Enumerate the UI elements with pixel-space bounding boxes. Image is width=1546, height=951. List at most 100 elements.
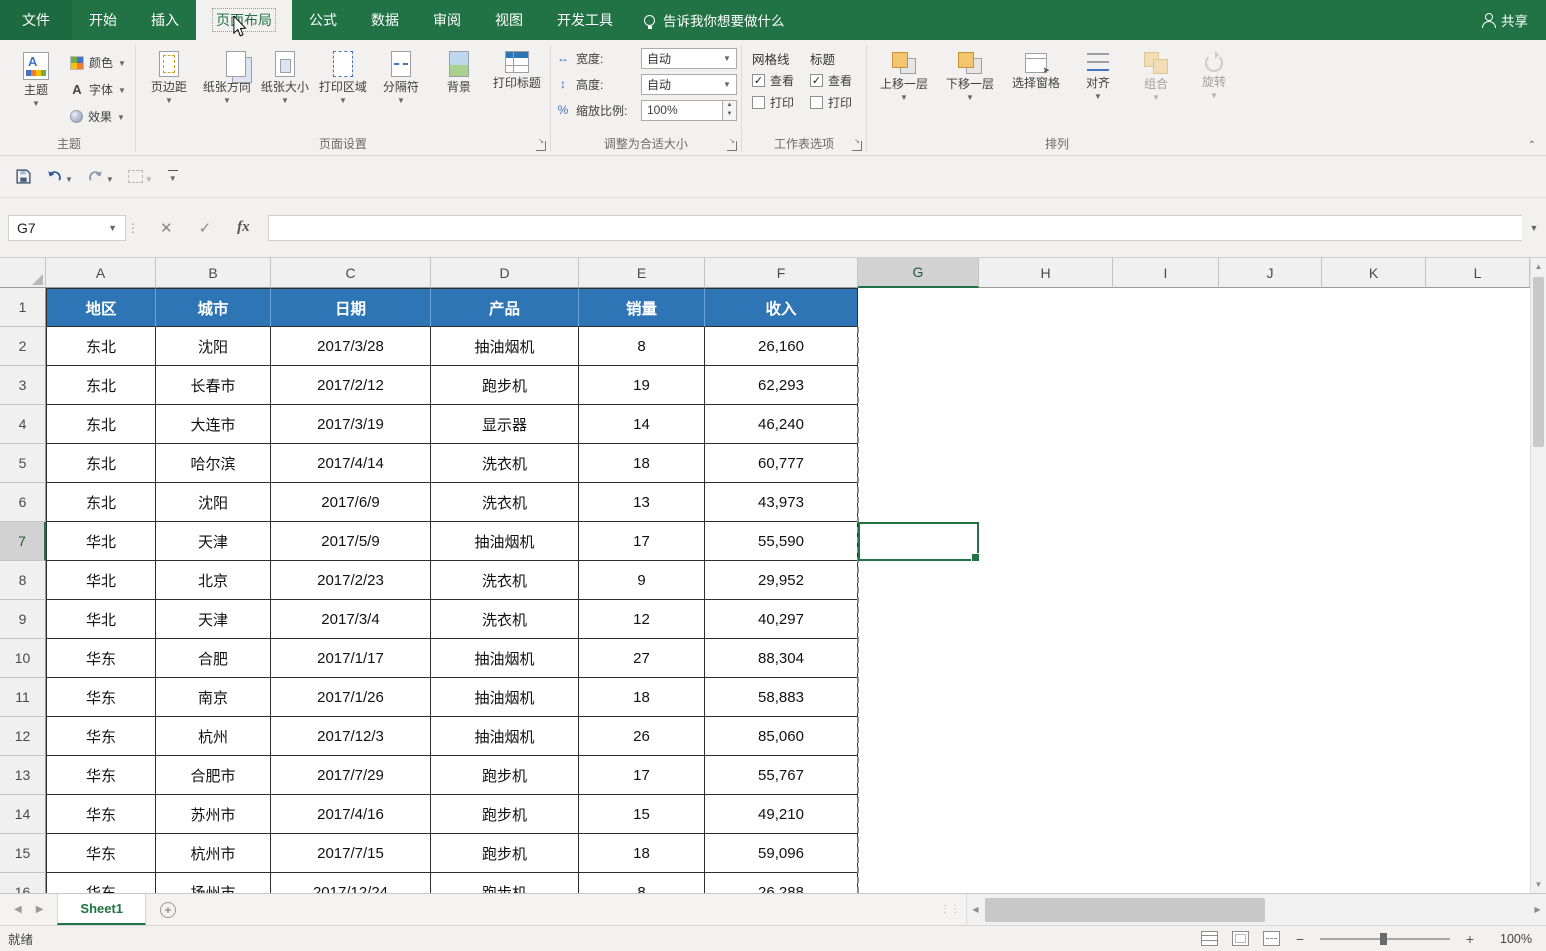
- cell-L3[interactable]: [1426, 366, 1530, 405]
- row-header-11[interactable]: 11: [0, 678, 46, 717]
- cell-E8[interactable]: 9: [579, 561, 705, 600]
- row-header-4[interactable]: 4: [0, 405, 46, 444]
- cell-J13[interactable]: [1219, 756, 1322, 795]
- cell-I11[interactable]: [1113, 678, 1219, 717]
- scale-spinner[interactable]: 100% ▲▼: [641, 100, 737, 121]
- view-page-layout-button[interactable]: [1232, 931, 1249, 946]
- theme-effects-button[interactable]: 效果▼: [65, 105, 131, 128]
- formula-bar-resize-handle[interactable]: ⋮: [126, 221, 140, 235]
- gridlines-print-checkbox[interactable]: 打印: [752, 94, 794, 111]
- cell-E5[interactable]: 18: [579, 444, 705, 483]
- align-button[interactable]: 对齐▼: [1069, 45, 1127, 101]
- column-header-C[interactable]: C: [271, 258, 431, 288]
- cell-H11[interactable]: [979, 678, 1113, 717]
- cell-G13[interactable]: [858, 756, 979, 795]
- row-header-1[interactable]: 1: [0, 288, 46, 327]
- cell-H12[interactable]: [979, 717, 1113, 756]
- column-header-G[interactable]: G: [858, 258, 979, 288]
- zoom-slider-thumb[interactable]: [1380, 933, 1387, 945]
- cell-C1[interactable]: 日期: [271, 288, 431, 327]
- cell-F10[interactable]: 88,304: [705, 639, 858, 678]
- cell-C12[interactable]: 2017/12/3: [271, 717, 431, 756]
- cell-G2[interactable]: [858, 327, 979, 366]
- cell-L2[interactable]: [1426, 327, 1530, 366]
- cell-B10[interactable]: 合肥: [156, 639, 271, 678]
- cell-L11[interactable]: [1426, 678, 1530, 717]
- cell-I16[interactable]: [1113, 873, 1219, 893]
- cell-I7[interactable]: [1113, 522, 1219, 561]
- vertical-scroll-thumb[interactable]: [1533, 277, 1544, 447]
- height-combobox[interactable]: 自动▼: [641, 74, 737, 95]
- tab-data[interactable]: 数据: [354, 0, 416, 40]
- cell-I2[interactable]: [1113, 327, 1219, 366]
- cell-A15[interactable]: 华东: [46, 834, 156, 873]
- cell-B7[interactable]: 天津: [156, 522, 271, 561]
- cell-E11[interactable]: 18: [579, 678, 705, 717]
- cell-F12[interactable]: 85,060: [705, 717, 858, 756]
- cell-G8[interactable]: [858, 561, 979, 600]
- cell-F16[interactable]: 26,288: [705, 873, 858, 893]
- cell-D13[interactable]: 跑步机: [431, 756, 579, 795]
- cell-H5[interactable]: [979, 444, 1113, 483]
- row-header-10[interactable]: 10: [0, 639, 46, 678]
- cell-B14[interactable]: 苏州市: [156, 795, 271, 834]
- paper-size-button[interactable]: 纸张大小▼: [256, 45, 314, 105]
- group-objects-button[interactable]: 组合▼: [1127, 45, 1185, 102]
- cell-A11[interactable]: 华东: [46, 678, 156, 717]
- cell-L7[interactable]: [1426, 522, 1530, 561]
- zoom-level-label[interactable]: 100%: [1490, 932, 1532, 946]
- insert-function-button[interactable]: fx: [237, 219, 250, 236]
- breaks-button[interactable]: 分隔符▼: [372, 45, 430, 105]
- cell-L8[interactable]: [1426, 561, 1530, 600]
- column-header-J[interactable]: J: [1219, 258, 1322, 288]
- cell-E7[interactable]: 17: [579, 522, 705, 561]
- cell-D14[interactable]: 跑步机: [431, 795, 579, 834]
- cell-F14[interactable]: 49,210: [705, 795, 858, 834]
- cell-G4[interactable]: [858, 405, 979, 444]
- cell-J4[interactable]: [1219, 405, 1322, 444]
- cell-K1[interactable]: [1322, 288, 1426, 327]
- cancel-entry-button[interactable]: ✕: [160, 219, 173, 237]
- cell-G7[interactable]: [858, 522, 979, 561]
- cell-A5[interactable]: 东北: [46, 444, 156, 483]
- cell-E6[interactable]: 13: [579, 483, 705, 522]
- print-titles-button[interactable]: 打印标题: [488, 45, 546, 91]
- width-combobox[interactable]: 自动▼: [641, 48, 737, 69]
- cell-D15[interactable]: 跑步机: [431, 834, 579, 873]
- cell-D9[interactable]: 洗衣机: [431, 600, 579, 639]
- cell-K14[interactable]: [1322, 795, 1426, 834]
- cell-C14[interactable]: 2017/4/16: [271, 795, 431, 834]
- cell-H2[interactable]: [979, 327, 1113, 366]
- cell-I9[interactable]: [1113, 600, 1219, 639]
- cell-F8[interactable]: 29,952: [705, 561, 858, 600]
- cell-D12[interactable]: 抽油烟机: [431, 717, 579, 756]
- margins-button[interactable]: 页边距▼: [140, 45, 198, 105]
- cell-G6[interactable]: [858, 483, 979, 522]
- cell-A12[interactable]: 华东: [46, 717, 156, 756]
- theme-colors-button[interactable]: 颜色▼: [65, 51, 131, 74]
- orientation-button[interactable]: 纸张方向▼: [198, 45, 256, 105]
- new-sheet-button[interactable]: +: [146, 894, 190, 925]
- cell-E12[interactable]: 26: [579, 717, 705, 756]
- cell-I6[interactable]: [1113, 483, 1219, 522]
- cell-G9[interactable]: [858, 600, 979, 639]
- cell-J5[interactable]: [1219, 444, 1322, 483]
- cell-B5[interactable]: 哈尔滨: [156, 444, 271, 483]
- scroll-down-button[interactable]: ▼: [1531, 876, 1546, 893]
- background-button[interactable]: 背景: [430, 45, 488, 95]
- select-all-button[interactable]: [0, 258, 46, 288]
- cell-I8[interactable]: [1113, 561, 1219, 600]
- cell-B9[interactable]: 天津: [156, 600, 271, 639]
- zoom-slider[interactable]: [1320, 938, 1450, 940]
- row-header-3[interactable]: 3: [0, 366, 46, 405]
- column-header-K[interactable]: K: [1322, 258, 1426, 288]
- themes-button[interactable]: 主题▼: [7, 45, 65, 108]
- row-header-12[interactable]: 12: [0, 717, 46, 756]
- cell-D4[interactable]: 显示器: [431, 405, 579, 444]
- headings-print-checkbox[interactable]: 打印: [810, 94, 852, 111]
- cell-F13[interactable]: 55,767: [705, 756, 858, 795]
- tab-formulas[interactable]: 公式: [292, 0, 354, 40]
- cell-C15[interactable]: 2017/7/15: [271, 834, 431, 873]
- cell-K13[interactable]: [1322, 756, 1426, 795]
- name-box[interactable]: G7 ▼: [8, 215, 126, 241]
